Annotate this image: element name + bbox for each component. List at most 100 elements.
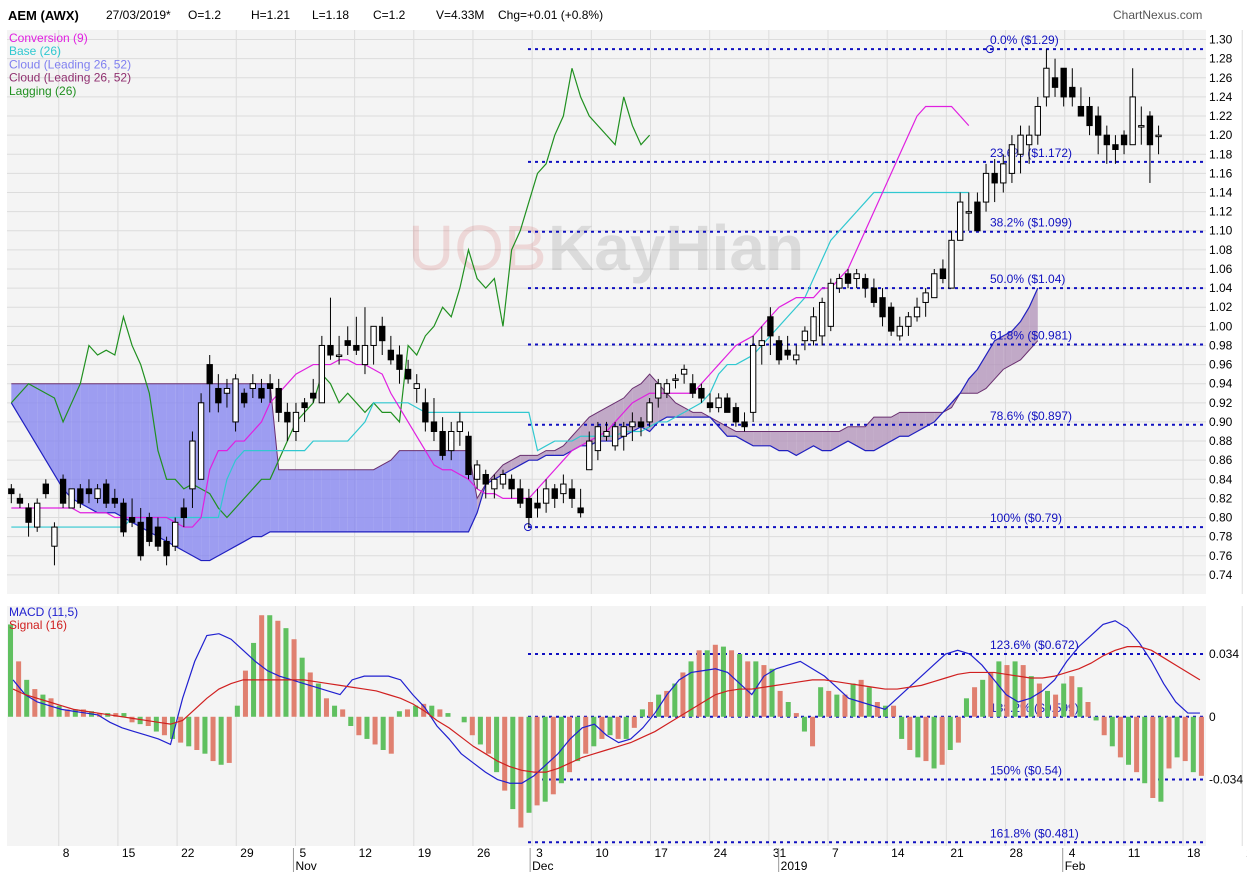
histogram-bar: [1004, 665, 1010, 717]
candle-body: [137, 521, 144, 557]
x-tick-label: 14: [891, 846, 905, 860]
candle: [68, 488, 75, 509]
histogram-bar: [137, 716, 143, 725]
candle: [931, 268, 938, 299]
candle-body: [706, 402, 714, 409]
candle-body: [266, 383, 274, 389]
candle-body: [301, 402, 308, 409]
candle-body: [732, 407, 740, 423]
candle-body: [1025, 134, 1033, 146]
chart-canvas[interactable]: UOB KayHian 0.0% ($1.29)23.6% ($1.172)38…: [0, 0, 1247, 874]
x-tick-label: 28: [1010, 846, 1024, 860]
histogram-bar: [372, 716, 378, 745]
histogram-bar: [818, 687, 824, 717]
candle-body: [387, 349, 395, 361]
candle-body: [172, 521, 179, 547]
candle: [120, 498, 127, 537]
candle-body: [931, 273, 938, 299]
cloud-segment: [287, 469, 296, 532]
candle: [749, 335, 757, 422]
candle: [146, 512, 153, 547]
histogram-bar: [461, 716, 467, 723]
histogram-bar: [1174, 716, 1180, 758]
legend-entry: Cloud (Leading 26, 52): [9, 71, 131, 85]
candle-body: [1043, 67, 1050, 98]
histogram-bar: [307, 672, 313, 717]
x-tick-label: 15: [122, 846, 136, 860]
candle-body: [965, 211, 972, 214]
x-tick-label: 21: [950, 846, 964, 860]
candle-body: [335, 354, 343, 358]
x-tick-label: 7: [832, 846, 839, 860]
histogram-bar: [672, 683, 678, 717]
histogram-bar: [356, 716, 362, 736]
candle-body: [672, 378, 679, 381]
histogram-bar: [494, 716, 500, 773]
y-tick-label: 1.02: [1209, 300, 1233, 314]
histogram-bar: [575, 716, 581, 762]
candle-body: [154, 526, 162, 547]
cloud-segment: [278, 469, 288, 532]
y-tick-label: 1.10: [1209, 224, 1233, 238]
histogram-bar: [769, 668, 775, 717]
macd-legend-entry: MACD (11,5): [9, 605, 78, 619]
cloud-segment: [416, 450, 426, 532]
candle-body: [1000, 163, 1007, 184]
candle-body: [232, 378, 239, 423]
candle: [172, 517, 179, 551]
candle-body: [353, 344, 360, 351]
y-tick-label: 0.76: [1209, 549, 1233, 563]
histogram-bar: [1036, 683, 1042, 717]
y-tick-label: 1.22: [1209, 109, 1233, 123]
histogram-bar: [639, 709, 645, 717]
candle-body: [896, 325, 903, 337]
histogram-bar: [648, 702, 654, 717]
histogram-bar: [1069, 676, 1075, 717]
candle-body: [922, 292, 929, 303]
candle-body: [818, 301, 826, 337]
y-tick-label: 1.08: [1209, 243, 1233, 257]
histogram-bar: [1020, 665, 1026, 717]
cloud-segment: [140, 383, 150, 532]
histogram-bar: [761, 665, 767, 717]
y-tick-label: 0.96: [1209, 358, 1233, 372]
candle-body: [51, 526, 58, 547]
candle-body: [422, 402, 429, 423]
candle-body: [870, 287, 878, 303]
candle-body: [905, 316, 912, 327]
x-tick-label: 19: [418, 846, 432, 860]
histogram-bar: [785, 702, 791, 717]
histogram-bar: [534, 716, 540, 806]
legend-entry: Cloud (Leading 26, 52): [9, 57, 131, 71]
histogram-bar: [388, 716, 394, 754]
candle-body: [275, 387, 282, 413]
macd-fib-label: 150% ($0.54): [990, 764, 1062, 778]
macd-y-tick-label: 0: [1209, 710, 1216, 724]
candle-body: [103, 483, 110, 504]
histogram-bar: [1158, 716, 1164, 802]
histogram-bar: [380, 716, 386, 750]
histogram-bar: [445, 713, 451, 717]
histogram-bar: [291, 639, 297, 717]
y-tick-label: 0.80: [1209, 511, 1233, 525]
macd-legend-entry: Signal (16): [9, 618, 67, 632]
candle-body: [758, 340, 765, 346]
candle-body: [1155, 134, 1162, 138]
candle-body: [1069, 86, 1076, 98]
candle-body: [146, 517, 153, 542]
candle: [59, 474, 67, 508]
fib-label: 100% ($0.79): [990, 511, 1062, 525]
candle-body: [1120, 134, 1128, 146]
histogram-bar: [615, 716, 621, 739]
candle-body: [844, 273, 852, 284]
x-tick-label: 17: [654, 846, 668, 860]
cloud-segment: [692, 412, 702, 418]
cloud-segment: [123, 383, 133, 523]
x-tick-label: 22: [181, 846, 195, 860]
candle-body: [594, 426, 602, 452]
candle-body: [361, 344, 369, 366]
candle-body: [439, 430, 446, 456]
candle-body: [646, 402, 653, 423]
histogram-bar: [153, 716, 159, 732]
candle: [827, 278, 834, 332]
